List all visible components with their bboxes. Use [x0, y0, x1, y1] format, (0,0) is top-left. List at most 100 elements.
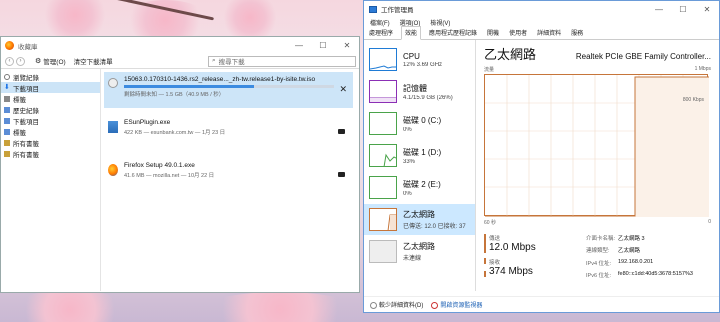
disk-thumbnail-graph — [369, 176, 397, 199]
download-meta: 422 KB — esunbank.com.tw — 1月 23 日 — [124, 130, 226, 136]
sidebar-item-browsing-history[interactable]: 瀏覽紀錄 — [1, 71, 100, 82]
download-filename: 15063.0.170310-1436.rs2_release..._zh-tw… — [124, 76, 316, 83]
library-title: 收藏庫 — [18, 43, 38, 51]
download-filename: ESunPlugin.exe — [124, 119, 171, 126]
tab-services[interactable]: 服務 — [569, 28, 585, 39]
ethernet-thumbnail-graph — [369, 208, 397, 231]
minimize-button[interactable]: — — [287, 37, 311, 54]
download-progress-bar — [124, 85, 334, 88]
tab-app-history[interactable]: 應用程式歷程記錄 — [427, 28, 479, 39]
maximize-button[interactable]: ☐ — [671, 1, 695, 17]
perf-item-disk-0[interactable]: 磁碟 0 (C:) 0% — [364, 108, 475, 139]
perf-item-ethernet-disconnected[interactable]: 乙太網路 未連線 — [364, 236, 475, 267]
forward-button[interactable]: › — [16, 56, 25, 66]
tab-startup[interactable]: 開機 — [485, 28, 501, 39]
taskmgr-tabs: 處理程序 效能 應用程式歷程記錄 開機 使用者 詳細資料 服務 — [364, 26, 719, 40]
download-meta: 41.6 MB — mozilla.net — 10月 22 日 — [124, 173, 215, 179]
perf-item-cpu[interactable]: CPU 12% 3.69 GHz — [364, 44, 475, 75]
firefox-installer-icon — [108, 164, 118, 176]
download-item[interactable]: 15063.0.170310-1436.rs2_release..._zh-tw… — [104, 72, 353, 108]
manage-menu[interactable]: ⚙ 管理(O) — [35, 56, 66, 66]
minimize-button[interactable]: — — [647, 1, 671, 17]
search-downloads-input[interactable]: ⌕ 搜尋下載 — [208, 55, 356, 67]
tag-icon — [4, 95, 10, 102]
menu-file[interactable]: 檔案(F) — [370, 18, 390, 27]
library-window: 收藏庫 — ☐ ✕ ‹ › ⚙ 管理(O) 清空下載清單 ⌕ 搜尋下載 瀏覽紀錄… — [0, 36, 360, 293]
taskmgr-icon — [369, 5, 377, 13]
throughput-graph-svg — [485, 75, 709, 217]
tab-processes[interactable]: 處理程序 — [367, 28, 395, 39]
sidebar-item-tags[interactable]: 標籤 — [1, 93, 100, 104]
download-item[interactable]: ESunPlugin.exe 422 KB — esunbank.com.tw … — [104, 115, 353, 151]
send-value: 12.0 Mbps — [489, 242, 536, 253]
adapter-properties: 介面卡名稱: 乙太網路 3 連線類型: 乙太網路 IPv4 位址: 192.168.0… — [586, 236, 693, 279]
taskmgr-titlebar: 工作管理員 — ☐ ✕ — [364, 1, 719, 17]
downloads-list: 15063.0.170310-1436.rs2_release..._zh-tw… — [101, 69, 359, 291]
folder-icon — [4, 106, 10, 113]
perf-item-ethernet[interactable]: 乙太網路 已傳送: 12.0 已接收: 37 — [364, 204, 475, 235]
library-titlebar: 收藏庫 — ☐ ✕ — [1, 37, 359, 54]
cancel-download-button[interactable]: ✕ — [339, 84, 347, 95]
taskmgr-footer: 較少詳細資料(D) 開啟資源監視器 — [364, 296, 719, 312]
sidebar-item-all-bookmarks[interactable]: 所有書籤 — [1, 137, 100, 148]
adapter-name: Realtek PCIe GBE Family Controller... — [575, 52, 711, 61]
folder-icon — [4, 128, 10, 135]
tab-performance[interactable]: 效能 — [401, 26, 422, 40]
resource-monitor-icon — [431, 301, 439, 309]
fewer-details-button[interactable]: 較少詳細資料(D) — [370, 300, 423, 309]
menu-view[interactable]: 檢視(V) — [430, 18, 450, 27]
gear-icon: ⚙ — [35, 58, 42, 65]
ethernet-thumbnail-graph — [369, 240, 397, 263]
star-icon — [4, 139, 10, 146]
download-filename: Firefox Setup 49.0.1.exe — [124, 162, 195, 169]
detail-title: 乙太網路 — [484, 47, 537, 62]
sidebar-item-downloads-2[interactable]: 下載項目 — [1, 115, 100, 126]
sidebar-item-all-bookmarks-2[interactable]: 所有書籤 — [1, 148, 100, 159]
send-stat: 傳送 12.0 Mbps — [484, 234, 586, 253]
open-folder-icon[interactable] — [338, 129, 345, 134]
graph-label: 流量 — [484, 67, 495, 73]
library-toolbar: ‹ › ⚙ 管理(O) 清空下載清單 ⌕ 搜尋下載 — [1, 54, 359, 69]
receive-value: 374 Mbps — [489, 266, 533, 277]
chevron-up-icon — [370, 301, 377, 309]
taskmgr-title: 工作管理員 — [381, 7, 414, 14]
disc-image-icon — [108, 78, 118, 88]
search-icon: ⌕ — [212, 57, 216, 64]
disk-thumbnail-graph — [369, 112, 397, 135]
close-button[interactable]: ✕ — [695, 1, 719, 17]
download-meta: 剩餘時間未知 — 1.5 GB（40.9 MB / 秒） — [124, 92, 225, 98]
folder-icon — [4, 117, 10, 124]
firefox-icon — [5, 41, 14, 50]
history-icon — [4, 73, 10, 80]
tab-details[interactable]: 詳細資料 — [535, 28, 563, 39]
memory-thumbnail-graph — [369, 80, 397, 103]
sidebar-item-history[interactable]: 歷史紀錄 — [1, 104, 100, 115]
cpu-thumbnail-graph — [369, 48, 397, 71]
download-arrow-icon: ⬇ — [4, 83, 10, 91]
download-item[interactable]: Firefox Setup 49.0.1.exe 41.6 MB — mozil… — [104, 158, 353, 194]
task-manager-window: 工作管理員 — ☐ ✕ 檔案(F) 選項(O) 檢視(V) 處理程序 效能 應用… — [363, 0, 720, 313]
perf-item-memory[interactable]: 記憶體 4.1/15.9 GB (26%) — [364, 76, 475, 107]
tab-users[interactable]: 使用者 — [507, 28, 529, 39]
maximize-button[interactable]: ☐ — [311, 37, 335, 54]
performance-sidebar: CPU 12% 3.69 GHz 記憶體 4.1/15.9 GB (26%) 磁碟 … — [364, 40, 476, 291]
open-resource-monitor-link[interactable]: 開啟資源監視器 — [431, 300, 482, 309]
disk-thumbnail-graph — [369, 144, 397, 167]
library-sidebar: 瀏覽紀錄 ⬇ 下載項目 標籤 歷史紀錄 下載項目 標籤 所有書籤 所有書籤 — [1, 69, 101, 291]
open-folder-icon[interactable] — [338, 172, 345, 177]
graph-zero-label: 0 — [708, 219, 711, 225]
sidebar-item-downloads[interactable]: ⬇ 下載項目 — [1, 82, 100, 93]
back-button[interactable]: ‹ — [5, 56, 14, 66]
perf-item-disk-2[interactable]: 磁碟 2 (E:) 0% — [364, 172, 475, 203]
throughput-graph: 800 Kbps — [484, 74, 709, 217]
perf-item-disk-1[interactable]: 磁碟 1 (D:) 33% — [364, 140, 475, 171]
close-button[interactable]: ✕ — [335, 37, 359, 54]
exe-file-icon — [108, 121, 118, 133]
clear-downloads-button[interactable]: 清空下載清單 — [74, 56, 113, 66]
graph-max-label: 1 Mbps — [694, 66, 711, 72]
download-progress-fill — [124, 85, 255, 88]
graph-time-label: 60 秒 — [484, 220, 496, 226]
sidebar-item-tags-2[interactable]: 標籤 — [1, 126, 100, 137]
graph-mid-label: 800 Kbps — [682, 97, 704, 103]
receive-stat: 接收 374 Mbps — [484, 258, 586, 277]
